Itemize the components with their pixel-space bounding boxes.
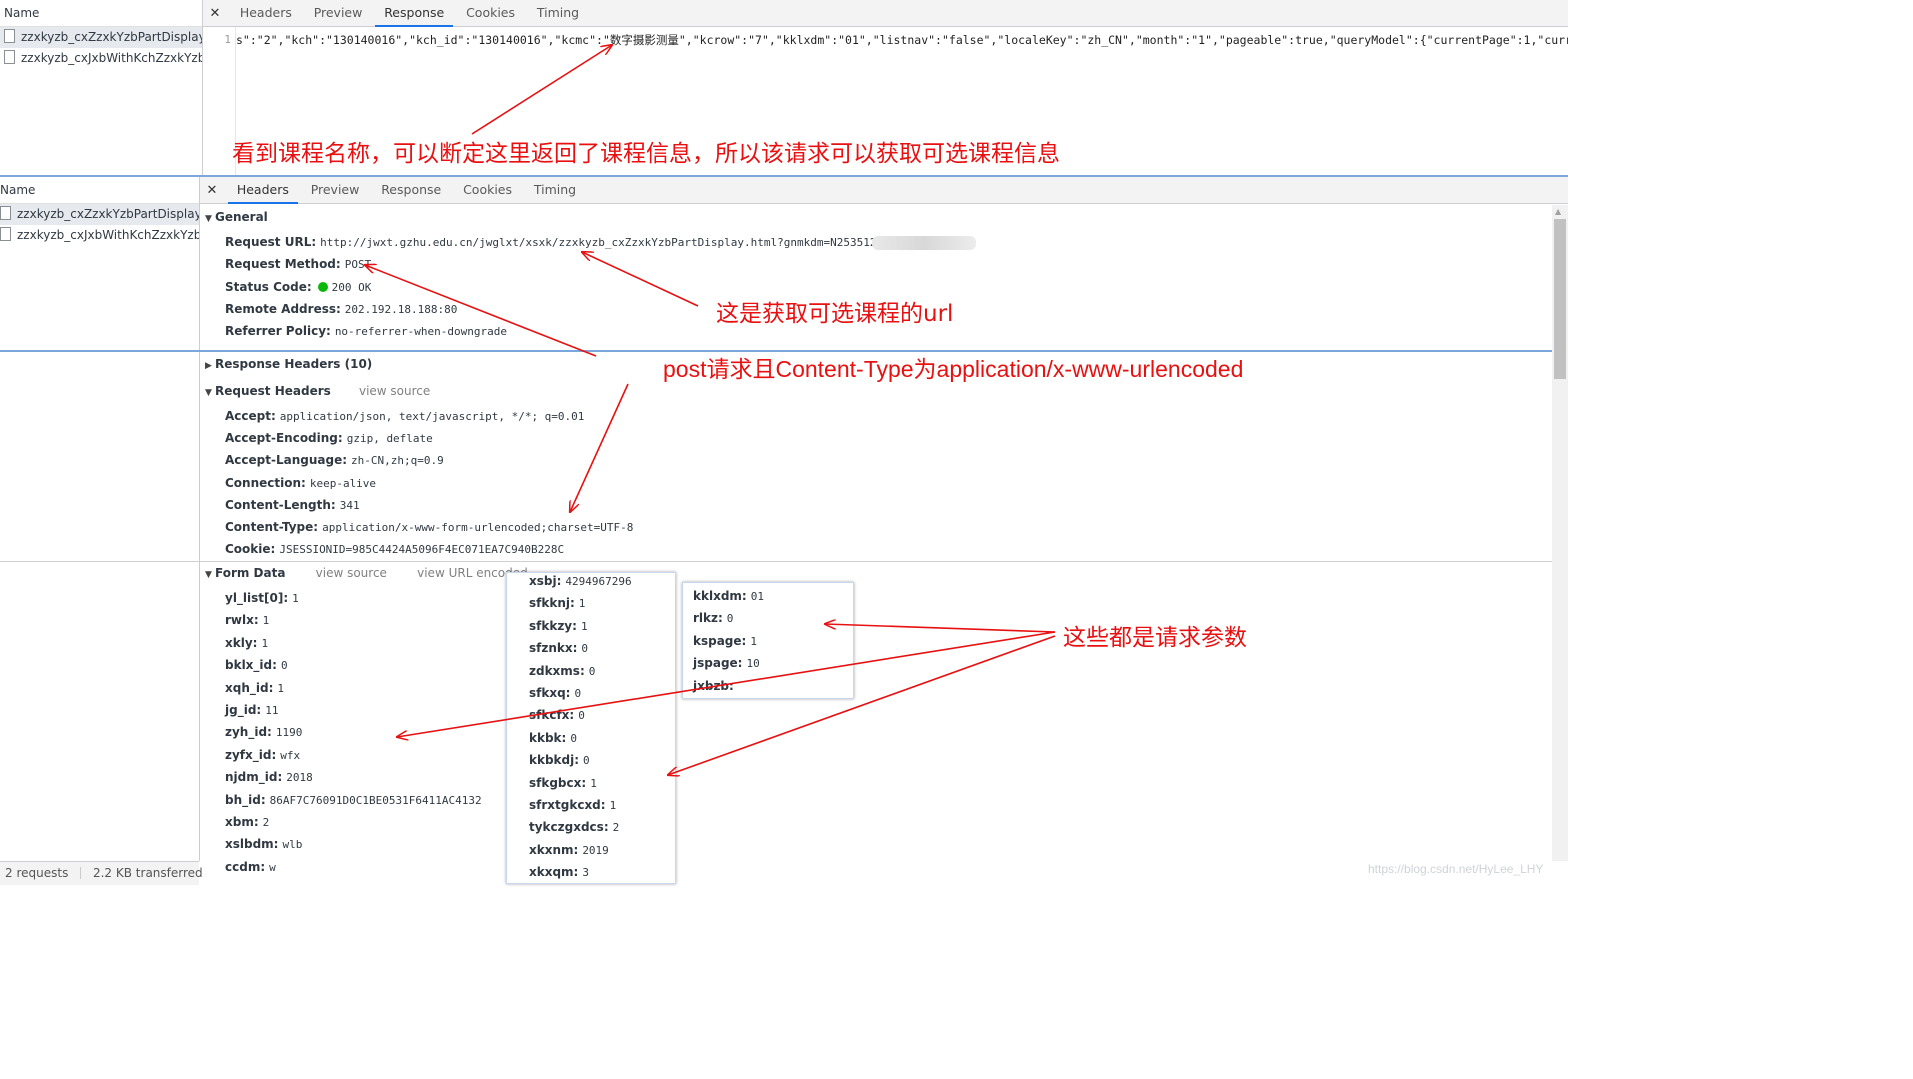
arrow-to-request-url (582, 252, 699, 307)
arrow-to-sfkgbcx (668, 635, 1056, 775)
annotation-params: 这些都是请求参数 (1063, 625, 1247, 651)
arrow-to-post (365, 265, 597, 357)
arrow-to-kcmc (471, 45, 612, 135)
arrow-to-rlkz (825, 624, 1056, 633)
annotation-url: 这是获取可选课程的url (716, 301, 954, 327)
annotation-arrows (0, 0, 1056, 884)
arrow-to-zyh-id (397, 631, 1056, 737)
annotation-post-content-type: post请求且Content-Type为application/x-www-ur… (663, 356, 1244, 382)
arrow-to-content-type (570, 383, 629, 512)
annotation-course-info: 看到课程名称，可以断定这里返回了课程信息，所以该请求可以获取可选课程信息 (232, 141, 1060, 167)
